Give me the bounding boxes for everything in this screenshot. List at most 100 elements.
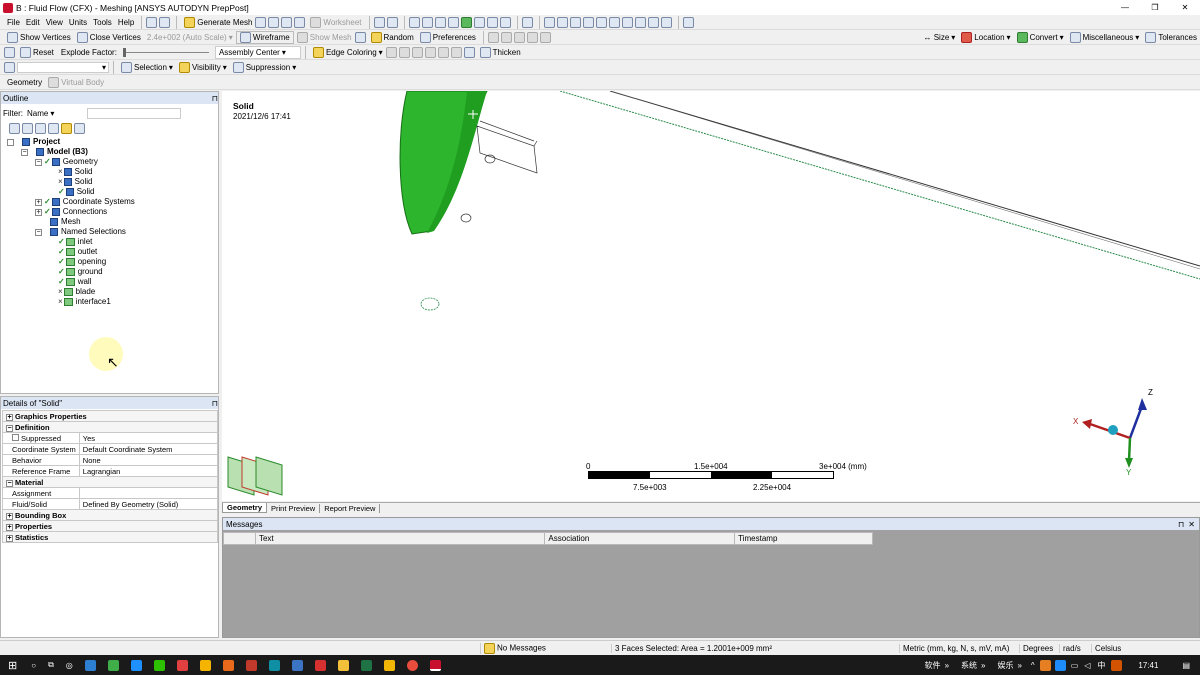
annotation-icon-2[interactable] <box>500 31 512 43</box>
probe-icon[interactable] <box>386 16 398 28</box>
view-icon[interactable] <box>294 16 306 28</box>
pointer-icon[interactable] <box>373 16 385 28</box>
tab-report-preview[interactable]: Report Preview <box>320 503 381 513</box>
reset-button[interactable]: Reset <box>17 46 57 59</box>
excel-icon[interactable] <box>360 659 372 671</box>
miscellaneous-dropdown[interactable]: Miscellaneous <box>1067 31 1143 44</box>
annotation-icon-3[interactable] <box>513 31 525 43</box>
view-toggle-icon[interactable] <box>647 16 659 28</box>
rotate-icon[interactable] <box>543 16 555 28</box>
suppression-dropdown[interactable]: Suppression <box>230 61 300 74</box>
tray-app2-icon[interactable] <box>1054 659 1066 671</box>
preview-icon[interactable] <box>255 16 267 28</box>
sort-icon[interactable] <box>74 123 85 134</box>
details-value[interactable] <box>78 487 219 499</box>
edge-style-icon-5[interactable] <box>437 46 449 58</box>
app-blue2-icon[interactable] <box>291 659 303 671</box>
edge-style-icon-1[interactable] <box>385 46 397 58</box>
slider-handle[interactable] <box>122 47 126 57</box>
show-vertices-button[interactable]: Show Vertices <box>4 31 74 44</box>
magnifier-icon[interactable] <box>621 16 633 28</box>
acrobat-icon[interactable] <box>245 659 257 671</box>
details-row[interactable]: + Graphics Properties <box>2 410 218 422</box>
generate-mesh-button[interactable]: Generate Mesh <box>181 16 255 29</box>
group-toggle-icon[interactable]: − <box>6 424 13 432</box>
tree-item[interactable]: × interface1 <box>49 297 111 307</box>
tree-item[interactable]: −Mesh <box>35 217 81 227</box>
zoom-out-icon[interactable] <box>582 16 594 28</box>
selection-dropdown[interactable]: Selection <box>118 61 176 74</box>
tray-system[interactable]: 系统 <box>961 660 977 671</box>
file-explorer-icon[interactable] <box>337 659 349 671</box>
explode-icon[interactable] <box>4 46 15 58</box>
annotation-icon-4[interactable] <box>526 31 538 43</box>
task-view-icon[interactable]: ⧉ <box>48 660 54 670</box>
edge-knife-icon[interactable] <box>463 46 475 58</box>
status-units[interactable]: Metric (mm, kg, N, s, mV, mA) <box>899 643 1019 653</box>
edge-icon[interactable] <box>84 659 96 671</box>
status-rad[interactable]: rad/s <box>1059 643 1091 653</box>
tree-item[interactable]: + ✓ Coordinate Systems <box>35 197 135 207</box>
print-icon[interactable] <box>660 16 672 28</box>
auto-scale-dropdown[interactable]: 2.4e+002 (Auto Scale) <box>144 31 236 44</box>
folder-icon[interactable] <box>61 123 72 134</box>
location-dropdown[interactable]: Location <box>958 31 1013 44</box>
expand-toggle-icon[interactable]: + <box>35 208 42 216</box>
details-row[interactable]: + Statistics <box>2 531 218 543</box>
details-row[interactable]: Assignment <box>2 487 219 499</box>
menu-edit[interactable]: Edit <box>23 16 43 29</box>
tree-item[interactable]: × Solid <box>49 177 92 187</box>
app-circle-icon[interactable] <box>406 659 418 671</box>
group-toggle-icon[interactable]: − <box>6 479 13 487</box>
details-value[interactable]: Defined By Geometry (Solid) <box>78 498 219 510</box>
tree-item[interactable]: − Named Selections <box>35 227 126 237</box>
expand-toggle-icon[interactable]: − <box>35 158 42 166</box>
tray-software[interactable]: 软件 <box>925 660 941 671</box>
select-mode-icon[interactable] <box>159 16 171 28</box>
zoom-box-icon[interactable] <box>595 16 607 28</box>
edge-style-icon-4[interactable] <box>424 46 436 58</box>
filter-input[interactable] <box>87 108 181 119</box>
expand-all-icon[interactable] <box>9 123 20 134</box>
thicken-button[interactable]: Thicken <box>477 46 524 59</box>
tree-item[interactable]: ✓ outlet <box>49 247 97 257</box>
details-pin-icon[interactable]: ⊓ <box>212 399 218 408</box>
menu-view[interactable]: View <box>43 16 66 29</box>
tolerances-button[interactable]: Tolerances <box>1142 31 1200 44</box>
select-body-icon[interactable] <box>447 16 459 28</box>
details-row[interactable]: Behavior None <box>2 454 219 466</box>
restore-button[interactable]: ❐ <box>1140 3 1170 12</box>
menu-help[interactable]: Help <box>115 16 137 29</box>
notification-icon[interactable]: ▤ <box>1182 661 1190 670</box>
plus-icon[interactable] <box>48 123 59 134</box>
tray-chevron-icon[interactable]: ^ <box>1031 661 1035 670</box>
search-icon[interactable]: ○ <box>31 661 36 670</box>
select-mesh-icon[interactable] <box>473 16 485 28</box>
edge-style-icon-3[interactable] <box>411 46 423 58</box>
select-node-icon[interactable] <box>486 16 498 28</box>
collapse-icon[interactable] <box>22 123 33 134</box>
named-selection-icon[interactable] <box>4 61 15 73</box>
app-green-icon[interactable] <box>107 659 119 671</box>
group-toggle-icon[interactable]: + <box>6 523 13 531</box>
messages-close-icon[interactable]: ✕ <box>1188 520 1195 529</box>
expand-toggle-icon[interactable]: − <box>21 148 28 156</box>
mesh-icon[interactable] <box>268 16 280 28</box>
random-button[interactable]: Random <box>368 31 417 44</box>
wireframe-button[interactable]: Wireframe <box>235 30 294 44</box>
tray-app3-icon[interactable] <box>1111 659 1123 671</box>
close-vertices-button[interactable]: Close Vertices <box>74 31 144 44</box>
details-row[interactable]: Suppressed Yes <box>2 432 219 444</box>
minimize-button[interactable]: — <box>1110 3 1140 12</box>
filter-vertex-icon[interactable] <box>408 16 420 28</box>
menu-units[interactable]: Units <box>66 16 90 29</box>
assembly-center-dropdown[interactable]: Assembly Center <box>214 45 301 59</box>
menu-tools[interactable]: Tools <box>90 16 115 29</box>
select-element-icon[interactable] <box>499 16 511 28</box>
volume-icon[interactable]: ◁ <box>1084 661 1090 670</box>
start-icon[interactable]: ⊞ <box>8 659 17 672</box>
col-association[interactable]: Association <box>544 532 736 545</box>
details-row[interactable]: + Bounding Box <box>2 509 218 521</box>
select-face-icon[interactable] <box>434 16 446 28</box>
details-row[interactable]: Coordinate System Default Coordinate Syst… <box>2 443 219 455</box>
